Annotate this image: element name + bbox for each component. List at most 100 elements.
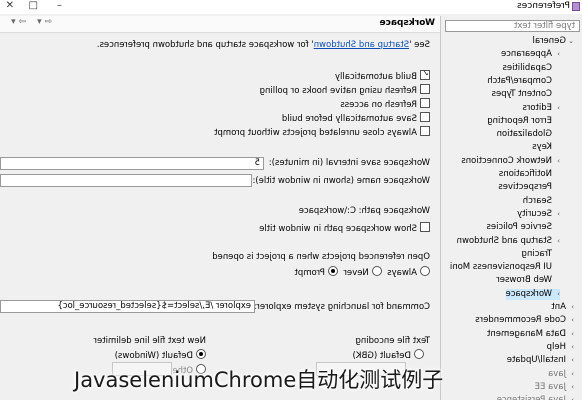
tree-item-label: Perspectives	[498, 182, 552, 193]
chevron-right-icon[interactable]: ›	[566, 355, 574, 366]
tree-item-error-reporting[interactable]: Error Reporting	[487, 116, 560, 127]
line-delimiter-label: New text file line delimiter	[93, 336, 206, 346]
tree-item-appearance[interactable]: ›Appearance	[501, 49, 560, 60]
tree-item-label: Service Policies	[486, 222, 552, 233]
tree-item-label: Capabilities	[502, 62, 552, 73]
show-path-in-title-checkbox[interactable]: Show workspace path in window title	[259, 222, 430, 235]
always-radio[interactable]: Always	[387, 266, 430, 278]
tree-item-capabilities[interactable]: Capabilities	[502, 63, 560, 74]
intro-text: See 'Startup and Shutdown' for workspace…	[96, 40, 430, 50]
back-arrow-icon[interactable]: ⇦ ▾	[37, 17, 52, 27]
tree-item-content-types[interactable]: Content Types	[492, 89, 560, 100]
tree-item-java-ee[interactable]: ›Java EE	[535, 382, 574, 393]
tree-item-label: Search	[522, 195, 552, 206]
system-explorer-command-input[interactable]: explorer /E,/select=${selected_resource_…	[0, 300, 255, 313]
tree-item-perspectives[interactable]: Perspectives	[498, 182, 560, 193]
refresh-on-access-checkbox[interactable]: Refresh on access	[340, 98, 430, 111]
title-bar: Preferences – □ ✕	[0, 0, 582, 14]
radio-selected-icon	[196, 349, 206, 359]
encoding-default-radio[interactable]: Default (GBK)	[353, 349, 424, 362]
maximize-button[interactable]: □	[29, 0, 38, 11]
build-automatically-checkbox[interactable]: Build automatically	[335, 70, 430, 83]
chevron-right-icon[interactable]: ›	[552, 236, 560, 247]
tree-item-compare-patch[interactable]: Compare/Patch	[487, 76, 560, 87]
tree-item-data-management[interactable]: ›Data Management	[487, 329, 574, 340]
chevron-right-icon[interactable]: ›	[552, 289, 560, 300]
tree-item-label: Workspace	[505, 288, 552, 299]
prompt-radio[interactable]: Prompt	[295, 266, 339, 278]
tree-item-label: Keys	[532, 142, 552, 153]
tree-item-label: Java Persistence	[497, 395, 566, 400]
tree-item-label: Security	[517, 208, 552, 219]
checkbox-checked-icon	[420, 70, 430, 80]
tree-item-tracing[interactable]: Tracing	[522, 249, 560, 260]
tree-item-label: Code Recommenders	[475, 315, 566, 326]
close-unrelated-projects-checkbox[interactable]: Always close unrelated projects without …	[214, 126, 430, 139]
tree-item-startup-and-shutdown[interactable]: ›Startup and Shutdown	[457, 236, 560, 247]
chevron-right-icon[interactable]: ›	[566, 315, 574, 326]
chevron-right-icon[interactable]: ›	[566, 342, 574, 353]
tree-item-globalization[interactable]: Globalization	[497, 129, 560, 140]
tree-item-ui-responsiveness-moni[interactable]: UI Responsiveness Moni	[450, 262, 560, 273]
tree-item-java[interactable]: ›Java	[548, 369, 574, 380]
open-referenced-projects-label: Open referenced projects when a project …	[212, 252, 430, 262]
chevron-down-icon[interactable]: ⌄	[566, 36, 574, 47]
chevron-right-icon[interactable]: ›	[566, 382, 574, 393]
chevron-right-icon[interactable]: ›	[552, 209, 560, 220]
tree-item-label: Data Management	[487, 328, 566, 339]
delimiter-default-radio[interactable]: Default (Windows)	[115, 349, 206, 362]
workspace-path-text: Workspace path: C:\workspace	[298, 206, 430, 216]
pane-divider[interactable]	[440, 16, 441, 400]
save-before-build-checkbox[interactable]: Save automatically before build	[282, 112, 430, 125]
checkbox-icon	[420, 112, 430, 122]
chevron-right-icon[interactable]: ›	[566, 302, 574, 313]
minimize-button[interactable]: –	[57, 0, 62, 11]
chevron-right-icon[interactable]: ›	[566, 329, 574, 340]
checkbox-icon	[420, 222, 430, 232]
startup-shutdown-link[interactable]: Startup and Shutdown	[314, 40, 409, 50]
filter-input[interactable]: type filter text	[445, 20, 580, 32]
tree-item-install-update[interactable]: ›Install/Update	[507, 355, 574, 366]
tree-item-notifications[interactable]: Notifications	[499, 169, 560, 180]
checkbox-icon	[420, 126, 430, 136]
tree-item-label: Help	[546, 341, 566, 352]
tree-item-search[interactable]: Search	[523, 196, 560, 207]
workspace-name-label: Workspace name (shown in window title):	[252, 176, 430, 186]
tree-item-code-recommenders[interactable]: ›Code Recommenders	[475, 315, 574, 326]
tree-item-label: Content Types	[491, 89, 552, 100]
tree-item-label: Install/Update	[506, 355, 566, 366]
preferences-window: Preferences – □ ✕ type filter text ⌄Gene…	[0, 0, 582, 400]
chevron-right-icon[interactable]: ›	[552, 156, 560, 167]
forward-arrow-icon[interactable]: ⇨ ▾	[11, 17, 26, 27]
tree-item-service-policies[interactable]: Service Policies	[486, 222, 560, 233]
tree-item-security[interactable]: ›Security	[517, 209, 560, 220]
chevron-right-icon[interactable]: ›	[566, 369, 574, 380]
chevron-right-icon[interactable]: ›	[552, 49, 560, 60]
tree-item-java-persistence[interactable]: ›Java Persistence	[497, 395, 574, 400]
tree-item-label: Notifications	[498, 169, 552, 179]
tree-item-network-connections[interactable]: ›Network Connections	[461, 156, 560, 167]
tree-item-ant[interactable]: ›Ant	[551, 302, 574, 313]
chevron-right-icon[interactable]: ›	[552, 103, 560, 114]
tree-item-label: Java EE	[534, 381, 566, 392]
preferences-tree: ⌄General ›Appearance Capabilities Compare/P…	[442, 36, 582, 400]
radio-icon	[414, 349, 424, 359]
tree-item-general[interactable]: ⌄General	[533, 36, 575, 47]
chevron-right-icon[interactable]: ›	[566, 395, 574, 400]
tree-item-workspace[interactable]: ›Workspace	[505, 288, 560, 300]
watermark-text: JavaseleniumChrome自动化测试例子	[74, 368, 444, 392]
page-title: Workspace	[379, 18, 435, 28]
open-referenced-projects-options: Always Never Prompt	[295, 266, 430, 279]
save-interval-input[interactable]: 5	[0, 157, 264, 170]
tree-item-editors[interactable]: ›Editors	[522, 103, 560, 114]
workspace-name-input[interactable]	[0, 174, 252, 187]
system-explorer-command-label: Command for launching system explorer:	[253, 302, 430, 312]
text-file-encoding-label: Text file encoding	[355, 336, 430, 346]
never-radio[interactable]: Never	[343, 266, 382, 278]
refresh-native-hooks-checkbox[interactable]: Refresh using native hooks or polling	[260, 84, 430, 97]
tree-item-keys[interactable]: Keys	[532, 142, 560, 153]
tree-item-web-browser[interactable]: Web Browser	[496, 275, 560, 286]
close-button[interactable]: ✕	[6, 0, 14, 11]
save-interval-label: Workspace save interval (in minutes):	[268, 158, 430, 168]
tree-item-help[interactable]: ›Help	[547, 342, 574, 353]
